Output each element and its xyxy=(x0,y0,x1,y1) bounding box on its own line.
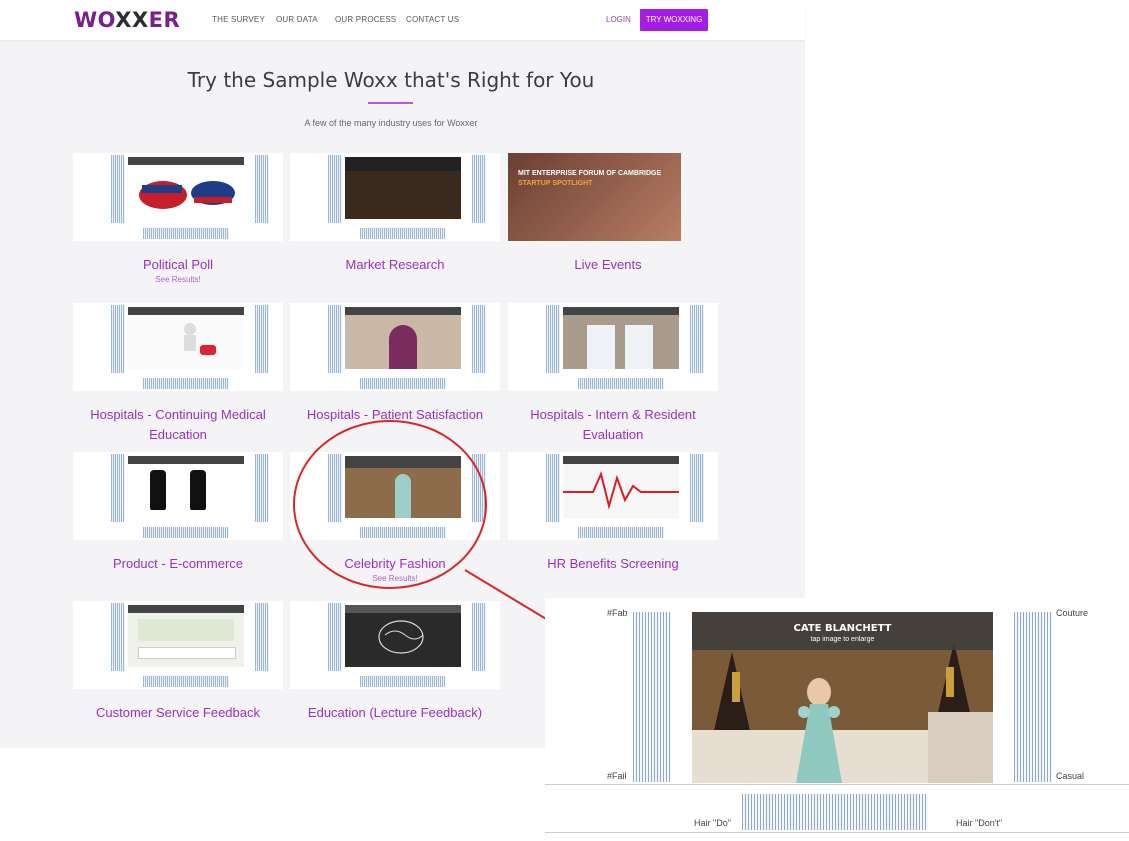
enlarge-hint: tap image to enlarge xyxy=(810,636,875,643)
celebrity-fashion-preview: #Fab #Fail Couture Casual Hair "Do" Hair… xyxy=(545,598,1129,841)
celebrity-name: CATE BLANCHETT xyxy=(793,623,892,634)
bottom-scale-left-label: Hair "Do" xyxy=(694,818,731,828)
left-rating-scale[interactable] xyxy=(633,612,671,782)
right-rating-scale[interactable] xyxy=(1014,612,1052,782)
bottom-scale-right-label: Hair "Don't" xyxy=(956,818,1003,828)
left-scale-bottom-label: #Fail xyxy=(607,771,627,781)
left-scale-top-label: #Fab xyxy=(607,608,628,618)
divider xyxy=(545,784,1129,785)
bottom-rating-scale[interactable] xyxy=(742,794,928,830)
photo-caption-banner: CATE BLANCHETT tap image to enlarge xyxy=(692,612,993,650)
celebrity-photo[interactable]: CATE BLANCHETT tap image to enlarge xyxy=(692,612,993,783)
divider xyxy=(545,832,1129,833)
right-scale-bottom-label: Casual xyxy=(1056,771,1085,781)
right-scale-top-label: Couture xyxy=(1056,608,1089,618)
